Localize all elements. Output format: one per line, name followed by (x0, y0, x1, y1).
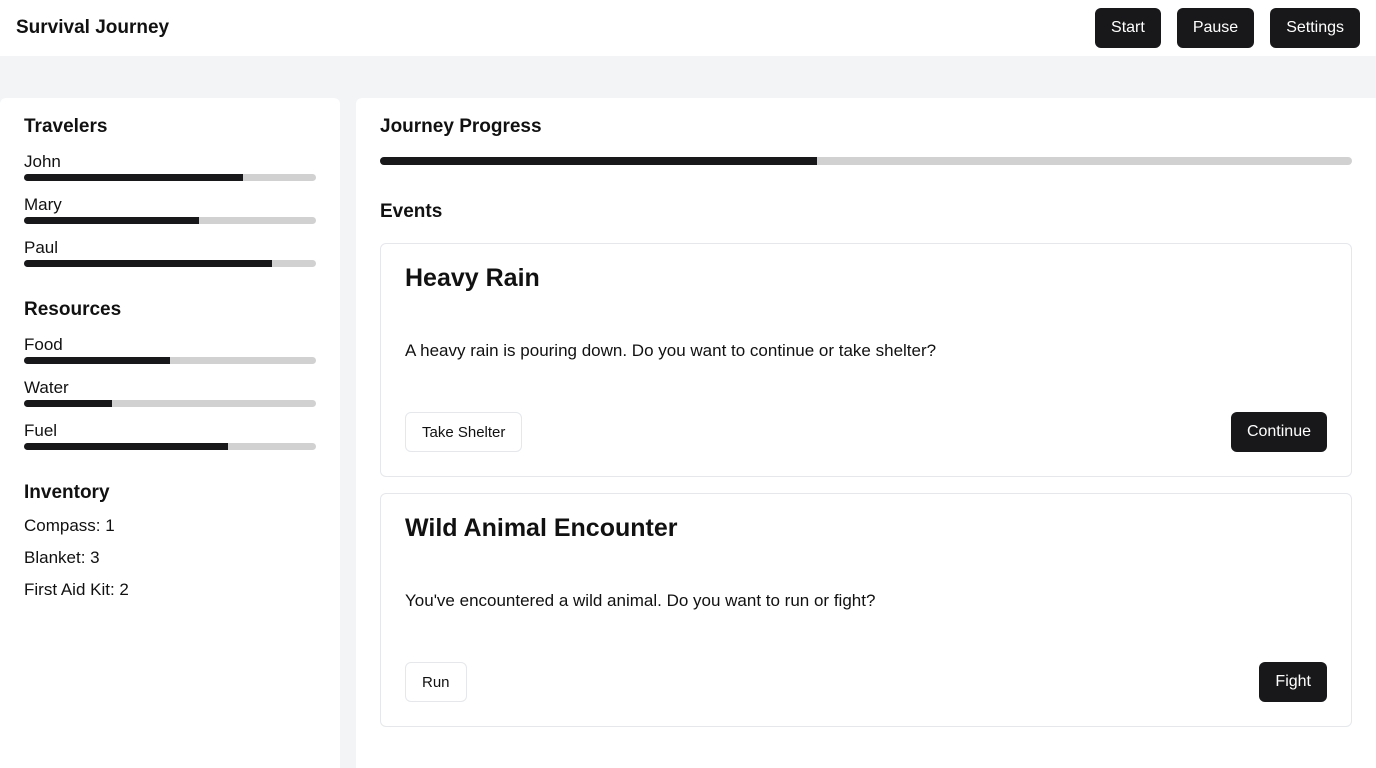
settings-button[interactable]: Settings (1270, 8, 1360, 48)
traveler-mary: Mary (24, 195, 316, 224)
events-title: Events (380, 201, 443, 222)
run-button[interactable]: Run (405, 662, 467, 702)
main-panel: Journey Progress Events Heavy Rain A hea… (356, 98, 1376, 768)
event-description: You've encountered a wild animal. Do you… (405, 591, 876, 610)
event-title: Heavy Rain (405, 264, 540, 292)
health-bar-fill (24, 174, 243, 181)
health-bar-fill (24, 260, 273, 267)
health-bar (24, 174, 316, 181)
journey-progress-fill (380, 157, 818, 165)
resource-bar-fill (24, 400, 112, 407)
journey-progress-bar (380, 157, 1352, 165)
resource-bar-fill (24, 357, 170, 364)
traveler-name: Paul (24, 238, 59, 257)
event-actions: Take Shelter Continue (405, 412, 1327, 452)
app-title: Survival Journey (16, 17, 170, 38)
event-title: Wild Animal Encounter (405, 514, 678, 542)
inventory-list: Compass: 1 Blanket: 3 First Aid Kit: 2 (24, 516, 316, 600)
resource-bar-fill (24, 443, 229, 450)
pause-button[interactable]: Pause (1176, 8, 1255, 48)
traveler-john: John (24, 152, 316, 181)
resource-name: Fuel (24, 421, 58, 440)
continue-button[interactable]: Continue (1230, 412, 1327, 452)
event-card-wild-animal: Wild Animal Encounter You've encountered… (380, 493, 1352, 727)
top-bar: Survival Journey Start Pause Settings (0, 0, 1376, 56)
resource-bar (24, 357, 316, 364)
top-actions: Start Pause Settings (1095, 8, 1360, 48)
travelers-title: Travelers (24, 116, 108, 137)
inventory-item: Compass: 1 (24, 516, 115, 535)
inventory-item: First Aid Kit: 2 (24, 580, 129, 599)
journey-progress-title: Journey Progress (380, 116, 542, 137)
traveler-paul: Paul (24, 238, 316, 267)
health-bar (24, 217, 316, 224)
event-actions: Run Fight (405, 662, 1327, 702)
health-bar-fill (24, 217, 200, 224)
resource-bar (24, 443, 316, 450)
resource-name: Food (24, 335, 63, 354)
traveler-name: John (24, 152, 61, 171)
inventory-item: Blanket: 3 (24, 548, 100, 567)
sidebar: Travelers John Mary Paul Resources Food … (0, 98, 340, 768)
event-description: A heavy rain is pouring down. Do you wan… (405, 341, 937, 360)
resource-name: Water (24, 378, 69, 397)
resource-bar (24, 400, 316, 407)
inventory-title: Inventory (24, 482, 110, 503)
resource-fuel: Fuel (24, 421, 316, 450)
resource-food: Food (24, 335, 316, 364)
resources-title: Resources (24, 299, 122, 320)
start-button[interactable]: Start (1095, 8, 1161, 48)
fight-button[interactable]: Fight (1259, 662, 1327, 702)
take-shelter-button[interactable]: Take Shelter (405, 412, 523, 452)
event-card-heavy-rain: Heavy Rain A heavy rain is pouring down.… (380, 243, 1352, 477)
resource-water: Water (24, 378, 316, 407)
health-bar (24, 260, 316, 267)
traveler-name: Mary (24, 195, 62, 214)
